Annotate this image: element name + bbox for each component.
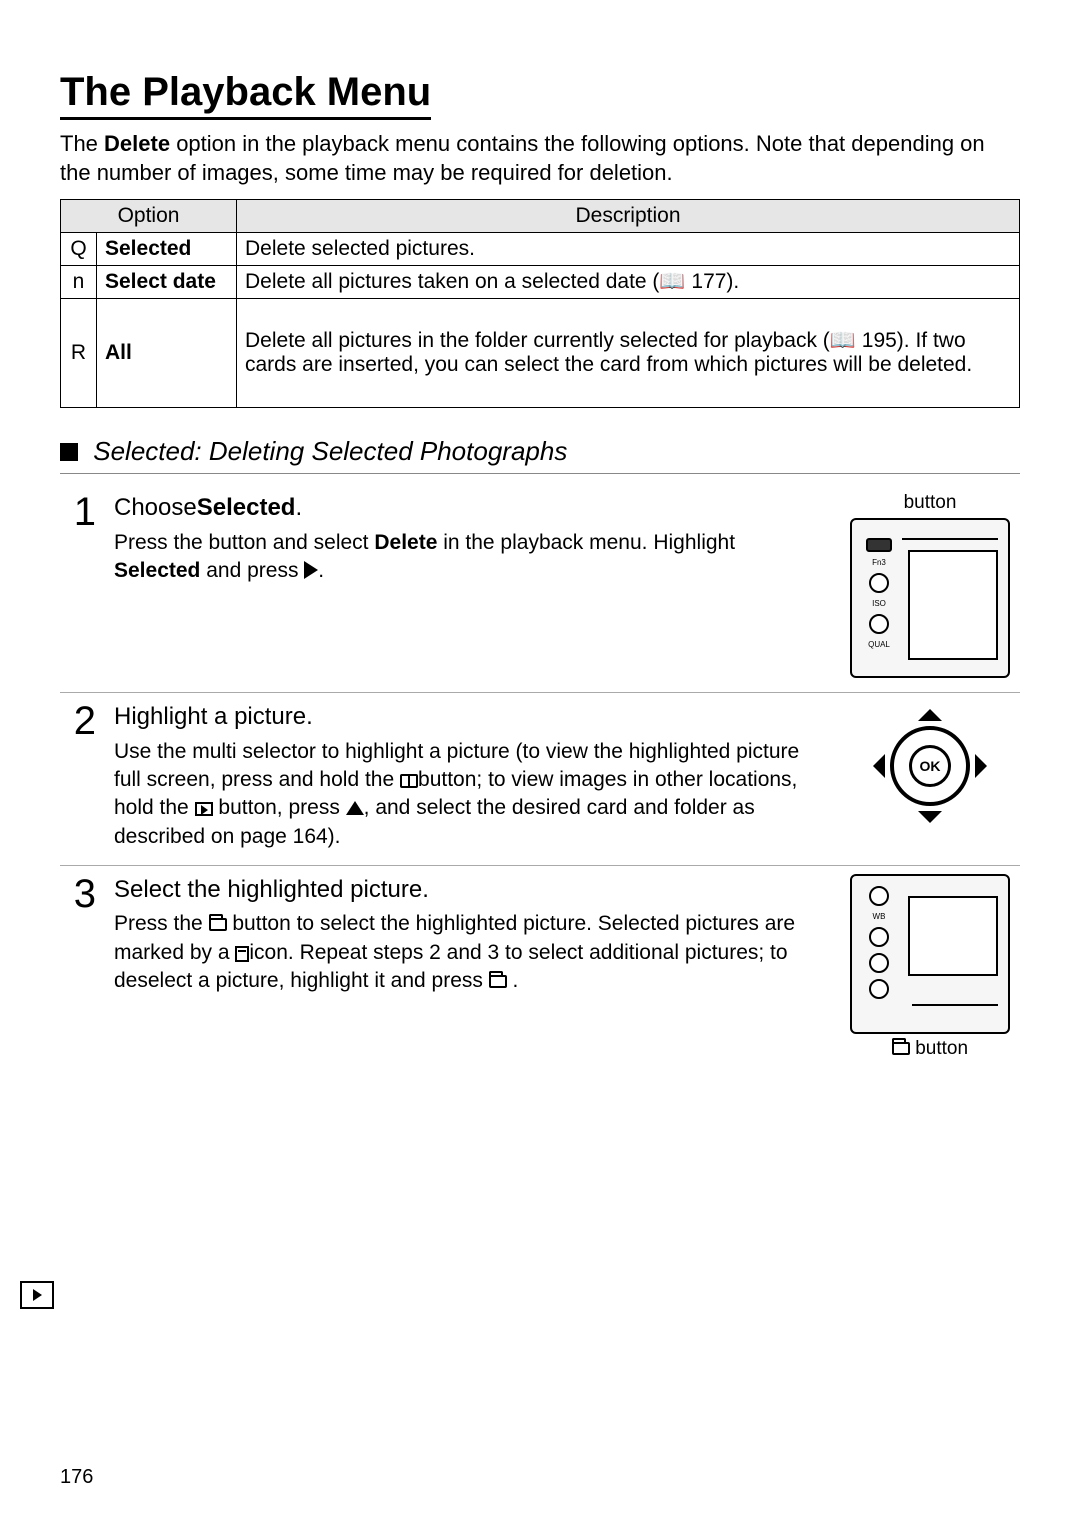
square-bullet-icon xyxy=(60,443,78,461)
row-option: Selected xyxy=(97,233,237,266)
camera-back-illustration: WB xyxy=(850,874,1010,1034)
row-option: Select date xyxy=(97,266,237,299)
round-button-icon xyxy=(869,614,889,634)
graphic-caption: button xyxy=(904,492,957,514)
table-row: Q Selected Delete selected pictures. xyxy=(61,233,1020,266)
step-graphic: button Fn3 ISO QUAL xyxy=(840,492,1020,678)
row-desc: Delete all pictures in the folder curren… xyxy=(237,299,1020,408)
delete-options-table: Option Description Q Selected Delete sel… xyxy=(60,199,1020,408)
step-text: . xyxy=(318,559,324,582)
step-number: 3 xyxy=(60,874,96,1060)
step-graphic: OK xyxy=(840,701,1020,851)
round-button-icon xyxy=(869,927,889,947)
step-text: button, press xyxy=(213,796,346,819)
page-number: 176 xyxy=(60,1466,93,1489)
graphic-caption-text: button xyxy=(915,1038,968,1059)
folder-button-icon xyxy=(489,975,507,988)
intro-text-pre: The xyxy=(60,131,104,156)
row-desc: Delete all pictures taken on a selected … xyxy=(237,266,1020,299)
intro-bold: Delete xyxy=(104,131,170,156)
multi-selector-illustration: OK xyxy=(865,701,995,831)
round-button-icon xyxy=(869,886,889,906)
step-text: and press xyxy=(200,559,304,582)
up-arrow-icon xyxy=(346,801,364,815)
step-text: . xyxy=(507,969,519,992)
section-heading: Selected: Deleting Selected Photographs xyxy=(60,436,1020,474)
th-option: Option xyxy=(61,200,237,233)
row-icon: n xyxy=(61,266,97,299)
right-arrow-icon xyxy=(975,754,999,778)
step-text: Press the xyxy=(114,531,209,554)
step-text-bold: Delete xyxy=(374,531,437,554)
down-arrow-icon xyxy=(918,811,942,835)
step-2: 2 Highlight a picture. Use the multi sel… xyxy=(60,693,1020,866)
step-heading: Select the highlighted picture. xyxy=(114,874,822,906)
table-row: R All Delete all pictures in the folder … xyxy=(61,299,1020,408)
menu-button-icon xyxy=(866,538,892,552)
step-head-post: . xyxy=(295,494,302,521)
ok-button-icon: OK xyxy=(909,745,951,787)
step-head-pre: Choose xyxy=(114,494,197,521)
step-heading: ChooseSelected. xyxy=(114,492,822,524)
section-heading-text: Selected: Deleting Selected Photographs xyxy=(93,436,567,466)
intro-paragraph: The Delete option in the playback menu c… xyxy=(60,130,1020,187)
folder-button-icon xyxy=(209,918,227,931)
camera-back-illustration: Fn3 ISO QUAL xyxy=(850,518,1010,678)
graphic-caption: button xyxy=(892,1038,968,1060)
playback-button-icon xyxy=(195,802,213,816)
th-description: Description xyxy=(237,200,1020,233)
row-icon: R xyxy=(61,299,97,408)
step-head-bold: Selected xyxy=(197,494,296,521)
delete-marker-icon xyxy=(235,946,249,962)
up-arrow-icon xyxy=(918,697,942,721)
round-button-icon xyxy=(869,573,889,593)
step-heading: Highlight a picture. xyxy=(114,701,822,733)
step-1: 1 ChooseSelected. Press the button and s… xyxy=(60,484,1020,693)
row-option: All xyxy=(97,299,237,408)
table-row: n Select date Delete all pictures taken … xyxy=(61,266,1020,299)
step-text-bold: Selected xyxy=(114,559,200,582)
step-body-text: Press the button and select Delete in th… xyxy=(114,529,822,586)
row-icon: Q xyxy=(61,233,97,266)
step-text: in the playback menu. Highlight xyxy=(437,531,735,554)
step-body-text: Press the button to select the highlight… xyxy=(114,910,822,995)
step-text: button and select xyxy=(209,531,375,554)
step-body-text: Use the multi selector to highlight a pi… xyxy=(114,738,822,851)
intro-text-post: option in the playback menu contains the… xyxy=(60,131,985,185)
section: Selected: Deleting Selected Photographs … xyxy=(60,436,1020,1074)
playback-section-icon xyxy=(20,1281,54,1309)
folder-button-icon xyxy=(892,1042,910,1055)
zoom-button-icon xyxy=(400,774,418,788)
step-graphic: WB button xyxy=(840,874,1020,1060)
left-arrow-icon xyxy=(861,754,885,778)
round-button-icon xyxy=(869,953,889,973)
step-text: Press the xyxy=(114,912,209,935)
page-title: The Playback Menu xyxy=(60,70,431,120)
step-number: 2 xyxy=(60,701,96,851)
step-number: 1 xyxy=(60,492,96,678)
step-3: 3 Select the highlighted picture. Press … xyxy=(60,866,1020,1074)
row-desc: Delete selected pictures. xyxy=(237,233,1020,266)
right-arrow-icon xyxy=(304,561,318,579)
round-button-icon xyxy=(869,979,889,999)
